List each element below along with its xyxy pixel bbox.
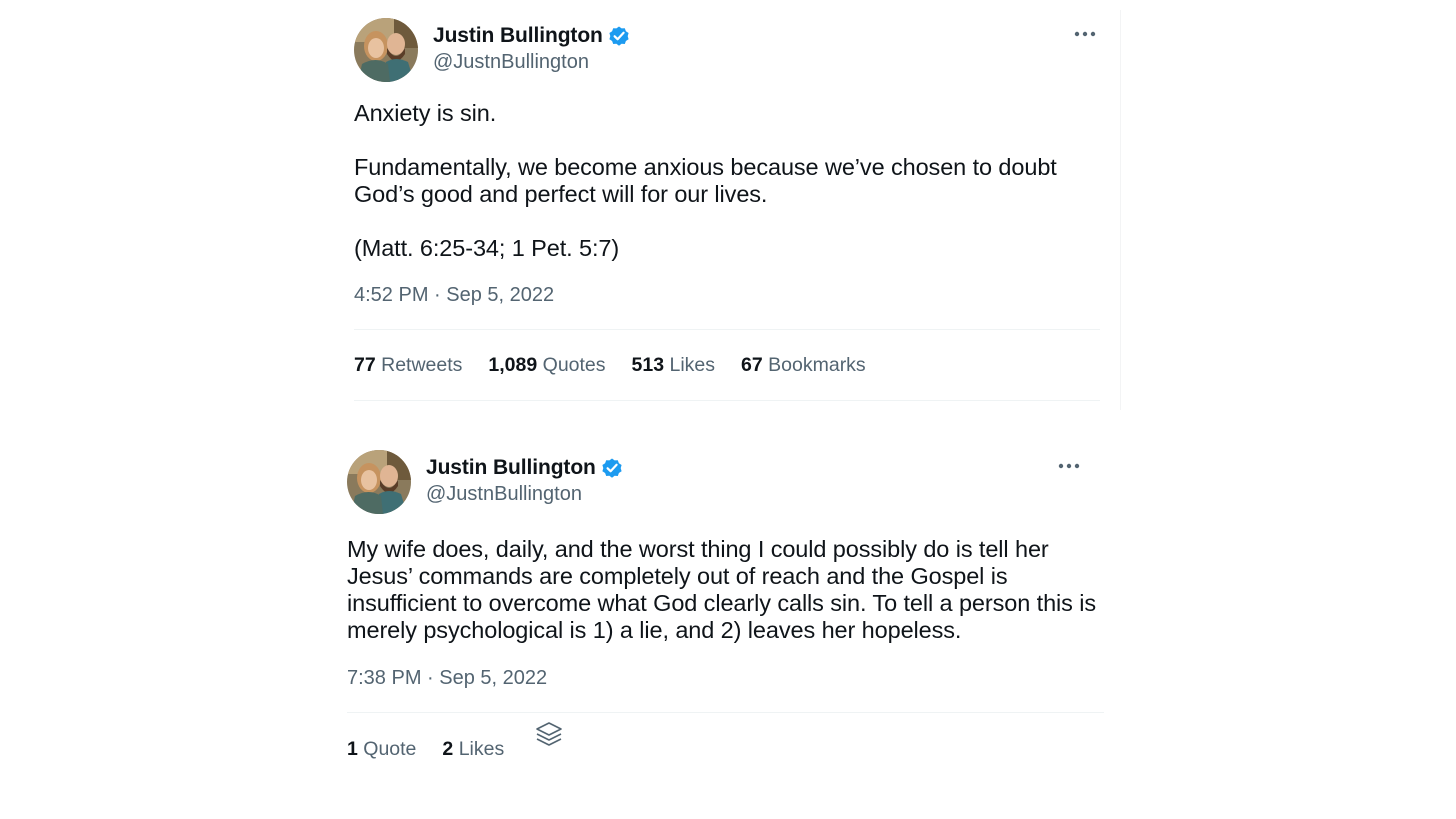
author-display-name[interactable]: Justin Bullington (426, 456, 596, 480)
stat-count: 1,089 (488, 353, 538, 376)
divider (354, 400, 1100, 401)
tweet-timestamp[interactable]: 4:52 PM · Sep 5, 2022 (354, 284, 1120, 307)
more-options-icon[interactable] (1058, 456, 1082, 476)
stat-count: 513 (631, 353, 665, 376)
column-border (1120, 10, 1121, 410)
stat-count: 1 (347, 737, 358, 760)
stat-label: Retweets (381, 353, 463, 376)
author-handle[interactable]: @JustnBullington (433, 51, 631, 74)
retweets-stat[interactable]: 77 Retweets (354, 354, 462, 377)
tweet-card[interactable]: Justin Bullington @JustnBullington My wi… (347, 442, 1104, 785)
stat-label: Quotes (542, 353, 606, 376)
stat-count: 67 (741, 353, 763, 376)
stat-label: Likes (458, 737, 505, 760)
tweet-header: Justin Bullington @JustnBullington (347, 442, 1104, 514)
stat-count: 2 (442, 737, 454, 760)
tweet-card[interactable]: Justin Bullington @JustnBullington Anxie… (354, 10, 1120, 401)
author-handle[interactable]: @JustnBullington (426, 483, 624, 506)
author-names: Justin Bullington @JustnBullington (433, 22, 631, 74)
author-display-name[interactable]: Justin Bullington (433, 24, 603, 48)
tweet-timestamp[interactable]: 7:38 PM · Sep 5, 2022 (347, 667, 1104, 690)
bookmarks-stat[interactable]: 67 Bookmarks (741, 354, 866, 377)
stat-label: Bookmarks (768, 353, 866, 376)
verified-badge-icon (607, 24, 631, 48)
avatar[interactable] (354, 18, 418, 82)
stat-label: Quote (363, 737, 417, 760)
author-names: Justin Bullington @JustnBullington (426, 454, 624, 506)
likes-stat[interactable]: 2 Likes (442, 738, 504, 761)
tweet-header: Justin Bullington @JustnBullington (354, 10, 1120, 82)
stat-count: 77 (354, 353, 376, 376)
verified-badge-icon (600, 456, 624, 480)
stat-label: Likes (669, 353, 716, 376)
tweet-text: Anxiety is sin. Fundamentally, we become… (354, 100, 1057, 261)
tweet-text: My wife does, daily, and the worst thing… (347, 536, 1097, 643)
avatar-photo (354, 18, 418, 82)
quotes-stat[interactable]: 1 Quote (347, 738, 416, 761)
avatar[interactable] (347, 450, 411, 514)
more-options-icon[interactable] (1074, 24, 1098, 44)
avatar-photo (347, 450, 411, 514)
tweet-stats: 1 Quote 2 Likes (347, 713, 1104, 785)
layers-icon (535, 721, 563, 751)
quotes-stat[interactable]: 1,089 Quotes (488, 354, 605, 377)
likes-stat[interactable]: 513 Likes (632, 354, 716, 377)
tweet-stats: 77 Retweets 1,089 Quotes 513 Likes 67 Bo… (354, 330, 1120, 400)
